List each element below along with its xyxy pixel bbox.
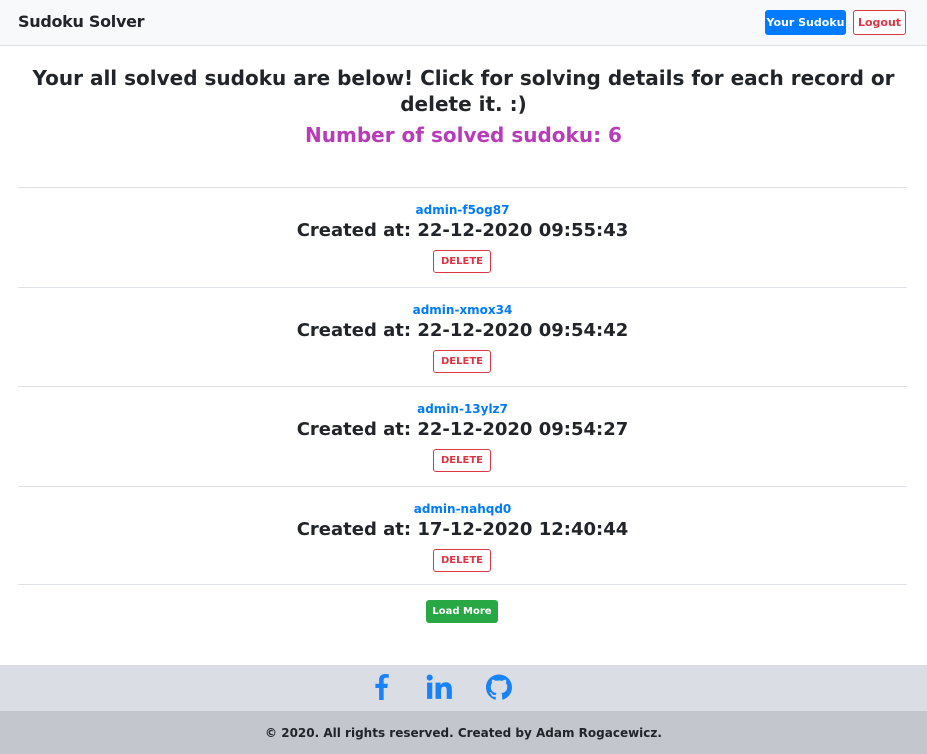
load-more-button[interactable]: Load More [426, 600, 498, 623]
delete-button[interactable]: DELETE [433, 250, 491, 273]
record-created-at: Created at: 22-12-2020 09:54:42 [296, 319, 629, 341]
page-heading: Your all solved sudoku are below! Click … [32, 66, 895, 116]
linkedin-icon[interactable] [426, 674, 452, 700]
brand-title[interactable]: Sudoku Solver [18, 12, 145, 31]
delete-button[interactable]: DELETE [433, 548, 491, 572]
logout-button[interactable]: Logout [853, 10, 906, 35]
list-item: admin-xmox34 Created at: 22-12-2020 09:5… [18, 286, 907, 387]
record-link[interactable]: admin-f5og87 [18, 203, 907, 217]
record-link[interactable]: admin-nahqd0 [18, 502, 907, 516]
delete-button[interactable]: DELETE [433, 349, 491, 373]
footer-social-bar [0, 665, 927, 711]
solved-count: Number of solved sudoku: 6 [305, 123, 622, 147]
navbar: Sudoku Solver Your Sudoku Logout [0, 0, 927, 46]
footer-copyright: © 2020. All rights reserved. Created by … [0, 711, 927, 754]
facebook-icon[interactable] [370, 674, 396, 700]
record-link[interactable]: admin-13ylz7 [18, 402, 907, 416]
list-item: admin-nahqd0 Created at: 17-12-2020 12:4… [18, 485, 907, 585]
list-item: admin-f5og87 Created at: 22-12-2020 09:5… [18, 187, 907, 287]
solved-list: admin-f5og87 Created at: 22-12-2020 09:5… [18, 187, 907, 585]
list-item: admin-13ylz7 Created at: 22-12-2020 09:5… [18, 386, 907, 486]
record-created-at: Created at: 22-12-2020 09:55:43 [296, 220, 629, 241]
record-link[interactable]: admin-xmox34 [18, 303, 907, 317]
delete-button[interactable]: DELETE [433, 449, 491, 472]
your-sudoku-button[interactable]: Your Sudoku [765, 10, 846, 35]
record-created-at: Created at: 22-12-2020 09:54:27 [296, 419, 629, 440]
github-icon[interactable] [486, 674, 512, 700]
record-created-at: Created at: 17-12-2020 12:40:44 [296, 518, 629, 540]
